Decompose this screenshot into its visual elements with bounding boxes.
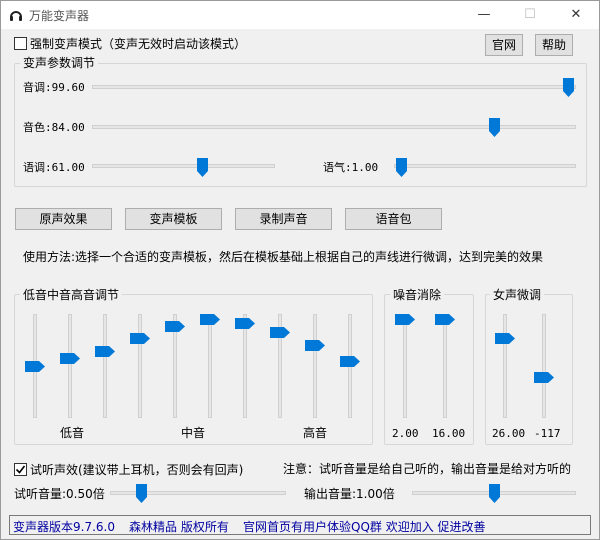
eq-band-1-thumb[interactable] xyxy=(25,360,45,372)
headphones-icon xyxy=(10,11,22,21)
eq-band-5-thumb[interactable] xyxy=(165,321,185,333)
original-sound-button[interactable]: 原声效果 xyxy=(15,208,112,230)
female-group xyxy=(485,294,573,445)
eq-band-6-thumb[interactable] xyxy=(200,314,220,325)
volume-note: 注意：试听音量是给自己听的，输出音量是给对方听的 xyxy=(283,462,572,476)
eq-band-10-thumb[interactable] xyxy=(340,355,360,367)
timbre-slider-track[interactable] xyxy=(92,125,576,129)
close-button[interactable]: ✕ xyxy=(553,1,599,29)
checkmark-icon xyxy=(15,465,26,474)
eq-band-2-track[interactable] xyxy=(68,314,72,418)
noise-slider-2-track[interactable] xyxy=(443,314,447,418)
noise-slider-1-thumb[interactable] xyxy=(395,314,415,325)
monitor-label: 试听声效(建议带上耳机，否则会有回声) xyxy=(30,463,244,477)
force-mode-label: 强制变声模式（变声无效时启动该模式） xyxy=(30,37,247,51)
female-slider-2-thumb[interactable] xyxy=(534,371,554,383)
eq-band-8-thumb[interactable] xyxy=(270,327,290,339)
output-volume-thumb[interactable] xyxy=(488,484,500,503)
eq-low-label: 低音 xyxy=(60,426,85,440)
record-sound-button[interactable]: 录制声音 xyxy=(235,208,332,230)
speed-slider-track[interactable] xyxy=(92,164,275,168)
eq-band-6-track[interactable] xyxy=(208,314,212,418)
minimize-button[interactable]: — xyxy=(461,1,507,29)
voice-pack-button[interactable]: 语音包 xyxy=(345,208,442,230)
tone-label: 语气:1.00 xyxy=(323,161,379,174)
pitch-label: 音调:99.60 xyxy=(23,81,85,94)
force-mode-checkbox[interactable] xyxy=(14,37,27,50)
website-button[interactable]: 官网 xyxy=(485,34,523,56)
female-slider-1-track[interactable] xyxy=(503,314,507,418)
speed-label: 语调:61.00 xyxy=(23,161,85,174)
eq-band-3-track[interactable] xyxy=(103,314,107,418)
title-bar: 万能变声器 — ☐ ✕ xyxy=(1,1,599,29)
window-title: 万能变声器 xyxy=(29,9,90,23)
eq-band-4-track[interactable] xyxy=(138,314,142,418)
noise-value-2: 16.00 xyxy=(432,427,466,440)
eq-band-7-thumb[interactable] xyxy=(235,317,255,329)
monitor-checkbox[interactable] xyxy=(14,463,27,476)
timbre-slider-thumb[interactable] xyxy=(489,118,501,137)
version-text: 变声器版本9.7.6.0 xyxy=(13,520,115,534)
eq-group-title: 低音中音高音调节 xyxy=(20,288,123,302)
params-group-title: 变声参数调节 xyxy=(20,56,99,70)
voice-template-button[interactable]: 变声模板 xyxy=(125,208,222,230)
app-window: 万能变声器 — ☐ ✕ 强制变声模式（变声无效时启动该模式） 官网 帮助 变声参… xyxy=(0,0,600,540)
eq-mid-label: 中音 xyxy=(181,426,206,440)
maximize-button[interactable]: ☐ xyxy=(507,1,553,29)
noise-group-title: 噪音消除 xyxy=(390,288,445,302)
speed-slider-thumb[interactable] xyxy=(196,158,208,177)
pitch-slider-track[interactable] xyxy=(92,85,576,89)
eq-band-9-thumb[interactable] xyxy=(305,340,325,352)
noise-slider-2-thumb[interactable] xyxy=(435,314,455,325)
tone-slider-track[interactable] xyxy=(394,164,576,168)
listen-volume-thumb[interactable] xyxy=(136,484,148,503)
noise-value-1: 2.00 xyxy=(392,427,419,440)
eq-band-7-track[interactable] xyxy=(243,314,247,418)
eq-band-2-thumb[interactable] xyxy=(60,353,80,365)
help-button[interactable]: 帮助 xyxy=(535,34,573,56)
usage-text: 使用方法:选择一个合适的变声模板，然后在模板基础上根据自己的声线进行微调，达到完… xyxy=(23,250,544,264)
tone-slider-thumb[interactable] xyxy=(395,158,407,177)
copyright-text: 森林精品 版权所有 xyxy=(129,520,229,534)
status-bar: 变声器版本9.7.6.0 森林精品 版权所有 官网首页有用户体验QQ群 欢迎加入… xyxy=(9,515,591,535)
eq-band-9-track[interactable] xyxy=(313,314,317,418)
qq-group-link[interactable]: 官网首页有用户体验QQ群 欢迎加入 促进改善 xyxy=(243,518,486,535)
timbre-label: 音色:84.00 xyxy=(23,121,85,134)
female-slider-1-thumb[interactable] xyxy=(495,332,515,344)
pitch-slider-thumb[interactable] xyxy=(563,78,575,97)
eq-band-3-thumb[interactable] xyxy=(95,345,115,357)
noise-slider-1-track[interactable] xyxy=(403,314,407,418)
female-value-2: -117 xyxy=(534,427,561,440)
eq-high-label: 高音 xyxy=(303,426,328,440)
listen-volume-label: 试听音量:0.50倍 xyxy=(14,487,105,501)
female-slider-2-track[interactable] xyxy=(542,314,546,418)
female-value-1: 26.00 xyxy=(492,427,526,440)
output-volume-label: 输出音量:1.00倍 xyxy=(304,487,395,501)
eq-band-4-thumb[interactable] xyxy=(130,332,150,344)
female-group-title: 女声微调 xyxy=(490,288,545,302)
